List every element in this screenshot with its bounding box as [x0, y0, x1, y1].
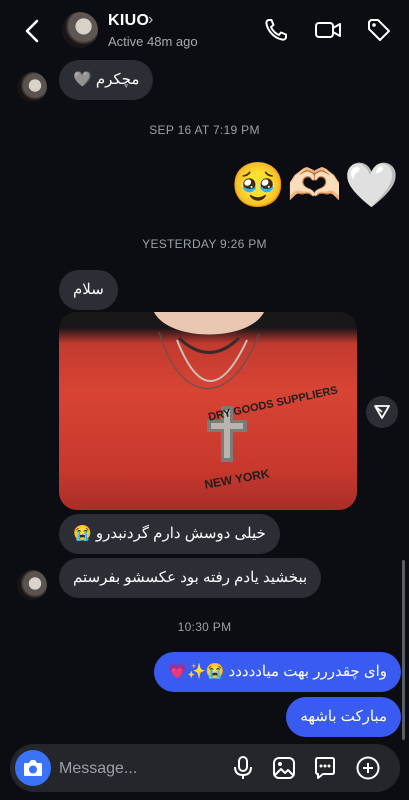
send-icon[interactable]: [366, 396, 398, 428]
emoji-message[interactable]: 🥹🫶🏻🤍: [231, 156, 401, 216]
timestamp: SEP 16 AT 7:19 PM: [149, 123, 260, 137]
contact-avatar[interactable]: [62, 12, 98, 48]
message-bubble[interactable]: ببخشید یادم رفته بود عکسشو بفرستم: [59, 558, 322, 598]
scrollbar[interactable]: [402, 560, 405, 740]
sender-avatar: [17, 72, 47, 102]
message-bubble-sent[interactable]: مبارکت باشهه: [286, 697, 401, 737]
message-bubble[interactable]: مچکرم 🩶: [59, 60, 154, 100]
contact-name[interactable]: KIUO: [108, 12, 149, 30]
shared-photo[interactable]: DRY GOODS SUPPLIERS NEW YORK: [59, 312, 357, 510]
timestamp: YESTERDAY 9:26 PM: [142, 237, 267, 251]
video-icon[interactable]: [314, 16, 342, 44]
gallery-icon[interactable]: [271, 755, 297, 781]
plus-icon[interactable]: [355, 755, 381, 781]
message-bubble[interactable]: خیلی دوسش دارم گردنبدرو 😭: [59, 514, 280, 554]
back-arrow-icon[interactable]: [22, 18, 44, 44]
message-bubble[interactable]: سلام: [59, 270, 118, 310]
timestamp: 10:30 PM: [177, 620, 232, 634]
message-input[interactable]: Message...: [59, 760, 137, 778]
chevron-right-icon[interactable]: ›: [148, 11, 153, 29]
sticker-icon[interactable]: [312, 755, 338, 781]
tag-icon[interactable]: [365, 16, 393, 44]
phone-icon[interactable]: [262, 16, 290, 44]
contact-status: Active 48m ago: [108, 34, 198, 49]
message-bubble-sent[interactable]: وای چقدررر بهت میاددددد 😭✨💗: [154, 652, 401, 692]
sender-avatar: [17, 570, 47, 600]
camera-icon[interactable]: [15, 750, 51, 786]
microphone-icon[interactable]: [230, 755, 256, 781]
